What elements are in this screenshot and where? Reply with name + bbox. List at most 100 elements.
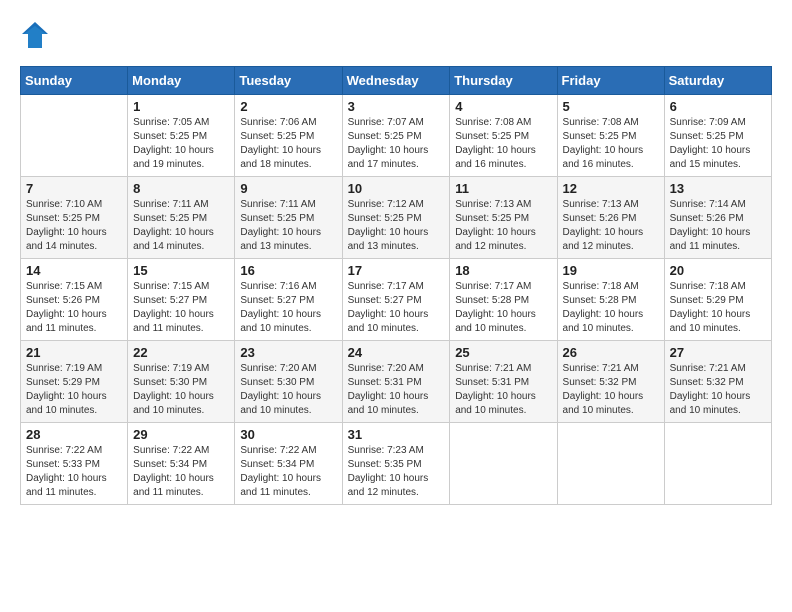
day-info: Sunrise: 7:05 AM Sunset: 5:25 PM Dayligh… <box>133 116 229 172</box>
day-cell: 14Sunrise: 7:15 AM Sunset: 5:26 PM Dayli… <box>21 259 128 341</box>
calendar-table: SundayMondayTuesdayWednesdayThursdayFrid… <box>20 66 772 505</box>
day-cell: 22 Sunrise: 7:19 AM Sunset: 5:30 PM Dayli… <box>128 341 235 423</box>
day-info: Sunrise: 7:15 AM Sunset: 5:27 PM Dayligh… <box>133 280 229 336</box>
day-number: 13 <box>670 181 766 196</box>
day-number: 5 <box>563 99 659 114</box>
day-info: Sunrise: 7:22 AM Sunset: 5:34 PM Dayligh… <box>240 444 336 500</box>
week-row-1: 1Sunrise: 7:05 AM Sunset: 5:25 PM Daylig… <box>21 95 772 177</box>
day-info: Sunrise: 7:18 AM Sunset: 5:28 PM Dayligh… <box>563 280 659 336</box>
day-number: 17 <box>348 263 445 278</box>
day-info: Sunrise: 7:10 AM Sunset: 5:25 PM Dayligh… <box>26 198 122 254</box>
day-number: 11 <box>455 181 551 196</box>
day-info: Sunrise: 7:07 AM Sunset: 5:25 PM Dayligh… <box>348 116 445 172</box>
day-info: Sunrise: 7:20 AM Sunset: 5:30 PM Dayligh… <box>240 362 336 418</box>
day-info: Sunrise: 7:19 AM Sunset: 5:29 PM Dayligh… <box>26 362 122 418</box>
day-info: Sunrise: 7:12 AM Sunset: 5:25 PM Dayligh… <box>348 198 445 254</box>
day-cell: 13 Sunrise: 7:14 AM Sunset: 5:26 PM Dayli… <box>664 177 771 259</box>
day-cell: 10 Sunrise: 7:12 AM Sunset: 5:25 PM Dayli… <box>342 177 450 259</box>
day-number: 30 <box>240 427 336 442</box>
day-info: Sunrise: 7:13 AM Sunset: 5:25 PM Dayligh… <box>455 198 551 254</box>
day-cell: 5 Sunrise: 7:08 AM Sunset: 5:25 PM Daylig… <box>557 95 664 177</box>
day-cell: 23 Sunrise: 7:20 AM Sunset: 5:30 PM Dayli… <box>235 341 342 423</box>
day-cell: 19 Sunrise: 7:18 AM Sunset: 5:28 PM Dayli… <box>557 259 664 341</box>
week-row-3: 14Sunrise: 7:15 AM Sunset: 5:26 PM Dayli… <box>21 259 772 341</box>
day-cell: 30 Sunrise: 7:22 AM Sunset: 5:34 PM Dayli… <box>235 423 342 505</box>
day-info: Sunrise: 7:22 AM Sunset: 5:34 PM Dayligh… <box>133 444 229 500</box>
week-row-4: 21Sunrise: 7:19 AM Sunset: 5:29 PM Dayli… <box>21 341 772 423</box>
day-cell: 18Sunrise: 7:17 AM Sunset: 5:28 PM Dayli… <box>450 259 557 341</box>
day-info: Sunrise: 7:21 AM Sunset: 5:32 PM Dayligh… <box>670 362 766 418</box>
day-number: 16 <box>240 263 336 278</box>
day-number: 25 <box>455 345 551 360</box>
week-row-5: 28 Sunrise: 7:22 AM Sunset: 5:33 PM Dayli… <box>21 423 772 505</box>
day-number: 4 <box>455 99 551 114</box>
day-number: 28 <box>26 427 122 442</box>
day-number: 15 <box>133 263 229 278</box>
day-cell: 8 Sunrise: 7:11 AM Sunset: 5:25 PM Daylig… <box>128 177 235 259</box>
day-info: Sunrise: 7:08 AM Sunset: 5:25 PM Dayligh… <box>563 116 659 172</box>
day-number: 31 <box>348 427 445 442</box>
day-info: Sunrise: 7:11 AM Sunset: 5:25 PM Dayligh… <box>133 198 229 254</box>
day-info: Sunrise: 7:22 AM Sunset: 5:33 PM Dayligh… <box>26 444 122 500</box>
day-cell: 25Sunrise: 7:21 AM Sunset: 5:31 PM Dayli… <box>450 341 557 423</box>
day-cell: 29 Sunrise: 7:22 AM Sunset: 5:34 PM Dayli… <box>128 423 235 505</box>
day-cell: 6Sunrise: 7:09 AM Sunset: 5:25 PM Daylig… <box>664 95 771 177</box>
day-number: 14 <box>26 263 122 278</box>
header-row: SundayMondayTuesdayWednesdayThursdayFrid… <box>21 67 772 95</box>
day-cell: 16 Sunrise: 7:16 AM Sunset: 5:27 PM Dayli… <box>235 259 342 341</box>
day-number: 26 <box>563 345 659 360</box>
day-cell <box>21 95 128 177</box>
day-number: 12 <box>563 181 659 196</box>
day-number: 3 <box>348 99 445 114</box>
day-number: 24 <box>348 345 445 360</box>
header-cell-tuesday: Tuesday <box>235 67 342 95</box>
calendar-header: SundayMondayTuesdayWednesdayThursdayFrid… <box>21 67 772 95</box>
day-number: 8 <box>133 181 229 196</box>
day-info: Sunrise: 7:17 AM Sunset: 5:27 PM Dayligh… <box>348 280 445 336</box>
day-info: Sunrise: 7:11 AM Sunset: 5:25 PM Dayligh… <box>240 198 336 254</box>
day-number: 19 <box>563 263 659 278</box>
day-number: 18 <box>455 263 551 278</box>
day-number: 29 <box>133 427 229 442</box>
page-header <box>20 20 772 50</box>
day-info: Sunrise: 7:14 AM Sunset: 5:26 PM Dayligh… <box>670 198 766 254</box>
header-cell-thursday: Thursday <box>450 67 557 95</box>
day-info: Sunrise: 7:13 AM Sunset: 5:26 PM Dayligh… <box>563 198 659 254</box>
day-cell: 4 Sunrise: 7:08 AM Sunset: 5:25 PM Daylig… <box>450 95 557 177</box>
calendar-body: 1Sunrise: 7:05 AM Sunset: 5:25 PM Daylig… <box>21 95 772 505</box>
day-info: Sunrise: 7:19 AM Sunset: 5:30 PM Dayligh… <box>133 362 229 418</box>
logo <box>20 20 54 50</box>
day-number: 22 <box>133 345 229 360</box>
day-cell <box>664 423 771 505</box>
day-info: Sunrise: 7:09 AM Sunset: 5:25 PM Dayligh… <box>670 116 766 172</box>
day-cell: 17 Sunrise: 7:17 AM Sunset: 5:27 PM Dayli… <box>342 259 450 341</box>
day-cell <box>450 423 557 505</box>
day-number: 20 <box>670 263 766 278</box>
day-info: Sunrise: 7:08 AM Sunset: 5:25 PM Dayligh… <box>455 116 551 172</box>
day-number: 23 <box>240 345 336 360</box>
header-cell-saturday: Saturday <box>664 67 771 95</box>
day-number: 9 <box>240 181 336 196</box>
day-cell: 24Sunrise: 7:20 AM Sunset: 5:31 PM Dayli… <box>342 341 450 423</box>
day-cell <box>557 423 664 505</box>
logo-icon <box>20 20 50 50</box>
day-number: 10 <box>348 181 445 196</box>
day-cell: 12 Sunrise: 7:13 AM Sunset: 5:26 PM Dayli… <box>557 177 664 259</box>
header-cell-sunday: Sunday <box>21 67 128 95</box>
day-cell: 11 Sunrise: 7:13 AM Sunset: 5:25 PM Dayli… <box>450 177 557 259</box>
day-cell: 9 Sunrise: 7:11 AM Sunset: 5:25 PM Daylig… <box>235 177 342 259</box>
header-cell-monday: Monday <box>128 67 235 95</box>
day-cell: 31Sunrise: 7:23 AM Sunset: 5:35 PM Dayli… <box>342 423 450 505</box>
day-info: Sunrise: 7:21 AM Sunset: 5:32 PM Dayligh… <box>563 362 659 418</box>
day-info: Sunrise: 7:16 AM Sunset: 5:27 PM Dayligh… <box>240 280 336 336</box>
day-number: 7 <box>26 181 122 196</box>
day-cell: 21Sunrise: 7:19 AM Sunset: 5:29 PM Dayli… <box>21 341 128 423</box>
header-cell-friday: Friday <box>557 67 664 95</box>
header-cell-wednesday: Wednesday <box>342 67 450 95</box>
day-info: Sunrise: 7:18 AM Sunset: 5:29 PM Dayligh… <box>670 280 766 336</box>
week-row-2: 7 Sunrise: 7:10 AM Sunset: 5:25 PM Daylig… <box>21 177 772 259</box>
day-cell: 7 Sunrise: 7:10 AM Sunset: 5:25 PM Daylig… <box>21 177 128 259</box>
day-cell: 3 Sunrise: 7:07 AM Sunset: 5:25 PM Daylig… <box>342 95 450 177</box>
day-cell: 15 Sunrise: 7:15 AM Sunset: 5:27 PM Dayli… <box>128 259 235 341</box>
day-number: 27 <box>670 345 766 360</box>
